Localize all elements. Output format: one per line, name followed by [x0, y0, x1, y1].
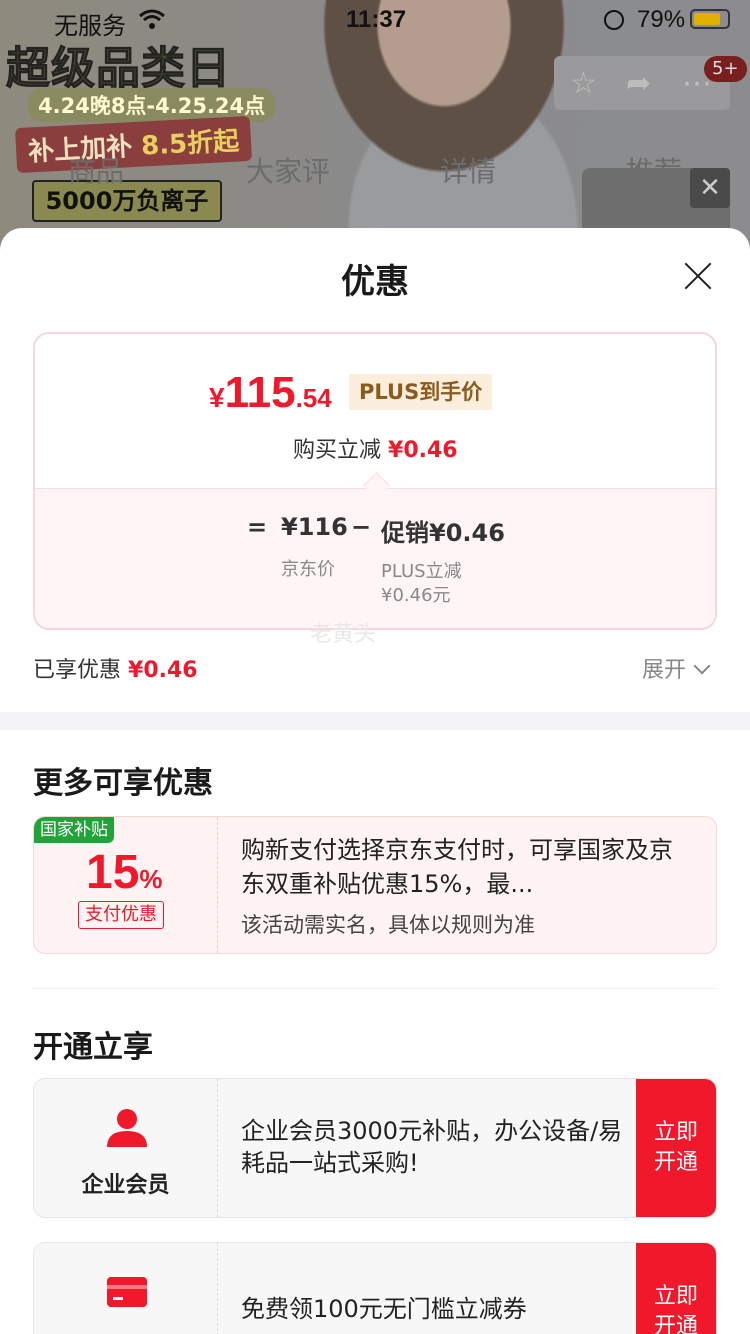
message-badge: 5+: [704, 56, 747, 82]
expand-button[interactable]: 展开: [642, 652, 711, 684]
watermark: 老黄头: [310, 622, 377, 647]
clock: 11:37: [346, 6, 407, 33]
carrier-label: 无服务: [54, 13, 126, 40]
promo-amount: 促销¥0.46: [381, 519, 505, 547]
coupon-member-panel: [34, 1243, 218, 1334]
price-currency: ¥: [209, 382, 225, 413]
enjoyed-discount: 已享优惠 ¥0.46: [33, 652, 198, 684]
coupon-percent-unit: %: [139, 864, 163, 894]
enjoyed-label: 已享优惠: [33, 658, 122, 683]
promo-subtitle: 补上加补 8.5折起: [14, 115, 253, 174]
enjoyed-amount: ¥0.46: [128, 658, 198, 683]
enterprise-member-desc: 企业会员3000元补贴，办公设备/易耗品一站式采购!: [241, 1117, 623, 1177]
promo-box: 5000万负离子: [32, 180, 222, 222]
promo-sub-discount: 8.5折起: [140, 126, 240, 162]
floating-video-close-icon[interactable]: ✕: [690, 168, 730, 208]
enterprise-member-label: 企业会员: [81, 1173, 170, 1198]
equals-sign: =: [247, 513, 268, 541]
open-button-line1: 立即: [653, 1284, 698, 1309]
wifi-icon: [139, 9, 165, 29]
price-decimal: .54: [295, 383, 332, 413]
rotation-lock-icon: [604, 10, 624, 30]
minus-sign: −: [351, 513, 372, 541]
open-button-line1: 立即: [653, 1120, 698, 1145]
price-summary: ¥115.54 PLUS到手价 购买立减 ¥0.46: [35, 334, 715, 488]
plus-price-tag: PLUS到手价: [349, 374, 493, 410]
more-discounts-title: 更多可享优惠: [33, 766, 213, 801]
price-breakdown: = ¥116 京东价 − 促销¥0.46 PLUS立减 ¥0.46元: [35, 488, 715, 628]
enterprise-member-panel: 企业会员: [34, 1079, 218, 1217]
star-icon[interactable]: ☆: [570, 66, 597, 101]
open-coupon-button[interactable]: 立即 开通: [636, 1243, 716, 1334]
open-button-line2: 开通: [653, 1314, 698, 1334]
coupon-value-panel: 国家补贴 15% 支付优惠: [34, 817, 218, 953]
coupon-note: 该活动需实名，具体以规则为准: [241, 913, 535, 937]
buy-discount-amount: ¥0.46: [388, 438, 458, 463]
national-subsidy-coupon[interactable]: 国家补贴 15% 支付优惠 购新支付选择京东支付时，可享国家及京东双重补贴优惠1…: [33, 816, 717, 954]
tab-reviews[interactable]: 大家评: [246, 150, 330, 190]
discount-sheet: 优惠 ¥115.54 PLUS到手价 购买立减 ¥0.46 = ¥116 京东价…: [0, 228, 750, 1334]
expand-label: 展开: [642, 658, 687, 683]
top-action-bar: ☆ ➦ ⋯: [554, 56, 730, 110]
person-icon: [107, 1109, 147, 1147]
close-icon[interactable]: [680, 258, 716, 294]
coupon-percent-number: 15: [86, 846, 140, 899]
tab-product[interactable]: 商品: [68, 150, 124, 190]
final-price: ¥115.54: [209, 368, 332, 418]
buy-discount-label: 购买立减: [293, 438, 382, 463]
status-bar: 无服务 11:37 79%: [0, 0, 750, 42]
divider: [33, 988, 717, 989]
battery-percent: 79%: [637, 6, 686, 33]
jd-price: ¥116: [281, 513, 348, 541]
chevron-down-icon: [693, 657, 711, 675]
national-subsidy-tag: 国家补贴: [34, 817, 114, 843]
coupon-description: 购新支付选择京东支付时，可享国家及京东双重补贴优惠15%，最...: [241, 836, 673, 898]
jd-price-label: 京东价: [281, 559, 335, 580]
price-card: ¥115.54 PLUS到手价 购买立减 ¥0.46 = ¥116 京东价 − …: [33, 332, 717, 630]
share-icon[interactable]: ➦: [626, 66, 651, 101]
sheet-title: 优惠: [341, 262, 409, 302]
plus-reduction-label: PLUS立减: [381, 561, 462, 582]
tab-details[interactable]: 详情: [440, 150, 496, 190]
card-icon: [107, 1277, 147, 1307]
buy-discount-line: 购买立减 ¥0.46: [293, 432, 458, 464]
section-divider: [0, 712, 750, 730]
open-enjoy-title: 开通立享: [33, 1030, 153, 1065]
price-integer: 115: [224, 368, 296, 417]
battery-icon: [690, 9, 730, 29]
pay-discount-tag: 支付优惠: [78, 901, 164, 929]
coupon-percent: 15%: [86, 845, 163, 900]
coupon-member-desc: 免费领100元无门槛立减券: [241, 1295, 527, 1323]
open-button-line2: 开通: [653, 1150, 698, 1175]
enterprise-member-card: 企业会员 企业会员3000元补贴，办公设备/易耗品一站式采购! 立即开通: [33, 1078, 717, 1218]
coupon-member-card: 免费领100元无门槛立减券 立即开通: [33, 1242, 717, 1334]
plus-reduction-amount: ¥0.46元: [381, 585, 451, 606]
open-enterprise-button[interactable]: 立即 开通: [636, 1079, 716, 1217]
